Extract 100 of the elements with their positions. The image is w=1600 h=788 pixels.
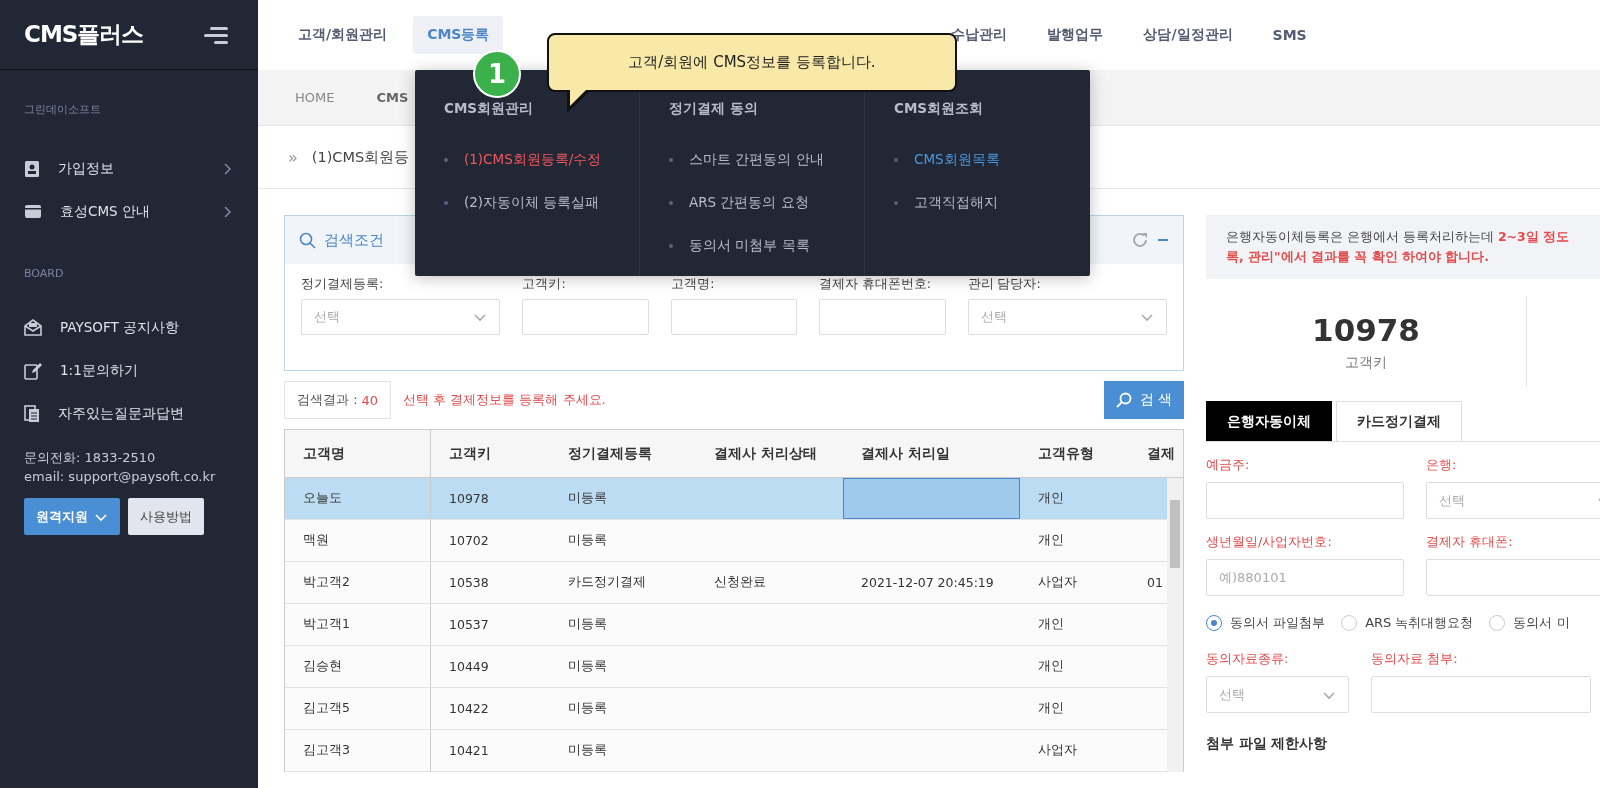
table-row[interactable]: 박고객1 10537 미등록 개인 (285, 604, 1167, 646)
menu-heading: 정기결제 동의 (669, 100, 759, 118)
document-icon (24, 404, 40, 423)
column-header[interactable]: 정기결제등록 (550, 430, 696, 477)
field-label: 예금주: (1206, 456, 1251, 474)
search-icon (299, 231, 316, 249)
table-cell: 맥원 (285, 520, 431, 561)
table-cell-text: 미등록 (567, 699, 608, 717)
tab[interactable]: 카드정기결제 (1336, 401, 1462, 441)
radio-option[interactable]: ARS 녹취대행요청 (1341, 614, 1474, 632)
wallet-icon (24, 204, 42, 219)
table-row[interactable]: 맥원 10702 미등록 개인 (285, 520, 1167, 562)
table-cell-text: 카드정기결제 (567, 573, 647, 591)
company-name: 그린데이소프트 (24, 103, 101, 116)
breadcrumb-item[interactable]: CMS (376, 90, 409, 105)
menu-item[interactable]: (1)CMS회원등록/수정 (444, 138, 639, 181)
table-cell-text: 미등록 (567, 489, 608, 507)
sidebar-item[interactable]: PAYSOFT 공지사항 (60, 318, 234, 337)
menu-item[interactable]: (2)자동이체 등록실패 (444, 181, 639, 224)
input-field[interactable] (818, 299, 946, 335)
nav-tab[interactable]: 발행업무 (1033, 16, 1118, 54)
column-header[interactable]: 결제 (1137, 430, 1183, 477)
table-cell-text: 10421 (448, 742, 490, 760)
menu-item[interactable]: 고객직접해지 (894, 181, 1090, 224)
input-field[interactable] (671, 299, 797, 335)
table-row[interactable]: 김고객3 10421 미등록 사업자 (285, 730, 1167, 772)
field-label: 정기결제등록: (301, 276, 385, 293)
usage-button[interactable]: 사용방법 (128, 498, 204, 535)
notice-text: 록, 관리"에서 결과를 꼭 확인 하여야 합니다. (1226, 248, 1491, 266)
table-cell-text: 개인 (1037, 615, 1065, 633)
edit-icon (24, 361, 42, 380)
table-cell-text: 10702 (448, 532, 490, 550)
table-cell-text: 10538 (448, 574, 490, 592)
table-row[interactable]: 오늘도 10978 미등록 개인 (285, 478, 1167, 520)
stat-label: 고객키 (1345, 354, 1387, 372)
table-cell-text: 01 (1146, 574, 1164, 592)
notice-text: 은행자동이체등록은 은행에서 등록처리하는데 2~3일 정도 (1226, 228, 1571, 246)
table-row[interactable]: 김고객5 10422 미등록 개인 (285, 688, 1167, 730)
menu-item[interactable]: ARS 간편동의 요청 (669, 181, 864, 224)
radio-option[interactable]: 동의서 미 (1489, 614, 1570, 632)
input-field[interactable] (1371, 676, 1591, 713)
nav-tab[interactable]: 상담/일정관리 (1129, 16, 1247, 54)
section-title: 첨부 파일 제한사항 (1206, 735, 1328, 751)
table-cell-text: 10422 (448, 700, 490, 718)
menu-heading: CMS회원관리 (444, 100, 535, 118)
menu-item[interactable]: 동의서 미첨부 목록 (669, 224, 864, 267)
menu-heading: CMS회원조회 (894, 100, 985, 118)
table-cell-text: 미등록 (567, 657, 608, 675)
email-text: email: support@paysoft.co.kr (24, 469, 217, 484)
table-cell-text: 미등록 (567, 615, 608, 633)
field-label: 동의자료종류: (1206, 650, 1290, 668)
table-cell-text: 미등록 (567, 741, 608, 759)
table-cell-text: 개인 (1037, 699, 1065, 717)
table-cell-text: 10537 (448, 616, 490, 634)
table-cell-text: 2021-12-07 20:45:19 (860, 574, 995, 592)
column-header[interactable]: 결제사 처리상태 (696, 430, 843, 477)
focused-cell[interactable] (843, 478, 1020, 519)
input-field[interactable] (522, 299, 650, 335)
menu-icon[interactable] (204, 25, 228, 44)
input-field[interactable] (1206, 482, 1404, 519)
panel-title: 검색조건 (324, 230, 384, 250)
nav-tab[interactable]: 고객/회원관리 (284, 16, 402, 54)
column-header[interactable]: 고객유형 (1020, 430, 1137, 477)
nav-tab[interactable]: 수납관리 (937, 16, 1022, 54)
field-label: 동의자료 첨부: (1371, 650, 1459, 668)
table-cell: 박고객1 (285, 604, 431, 645)
search-icon (1115, 392, 1132, 408)
table-row[interactable]: 김승현 10449 미등록 개인 (285, 646, 1167, 688)
logo: CMS플러스 (24, 20, 144, 49)
field-label: 관리 담당자: (967, 276, 1042, 293)
column-header[interactable]: 고객명 (285, 430, 431, 477)
input-field[interactable] (1426, 559, 1600, 596)
envelope-icon (24, 319, 42, 336)
sidebar-item[interactable]: 1:1문의하기 (60, 361, 234, 380)
nav-tab[interactable]: SMS (1258, 17, 1321, 53)
table-cell-text: 개인 (1037, 657, 1065, 675)
double-chevron-icon: » (288, 147, 298, 167)
table-cell-text: 사업자 (1037, 741, 1078, 759)
sidebar-item[interactable]: 가입정보 (58, 159, 202, 178)
scrollbar[interactable] (1167, 478, 1183, 772)
table-cell-text: 10449 (448, 658, 490, 676)
sidebar-item[interactable]: 효성CMS 안내 (60, 202, 202, 221)
column-header[interactable]: 결제사 처리일 (843, 430, 1020, 477)
field-label: 결제자 휴대폰번호: (818, 276, 932, 293)
refresh-icon[interactable] (1131, 231, 1149, 249)
field-label: 생년월일/사업자번호: (1206, 533, 1333, 551)
field-label: 결제자 휴대폰: (1426, 533, 1514, 551)
column-header[interactable]: 고객키 (431, 430, 550, 477)
sidebar-item[interactable]: 자주있는질문과답변 (58, 404, 234, 423)
id-card-icon (24, 159, 40, 178)
page-title: (1)CMS회원등 (311, 147, 410, 167)
tab[interactable]: 은행자동이체 (1206, 401, 1332, 441)
hint-message: 선택 후 결제정보를 등록해 주세요. (403, 391, 607, 409)
table-row[interactable]: 박고객2 10538 카드정기결제 신청완료 2021-12-07 20:45:19 사업자 01 (285, 562, 1167, 604)
table-cell: 박고객2 (285, 562, 431, 603)
field-label: 고객명: (671, 276, 716, 293)
menu-item[interactable]: 스마트 간편동의 안내 (669, 138, 864, 181)
table-cell-text: 미등록 (567, 531, 608, 549)
radio-option[interactable]: 동의서 파일첨부 (1206, 614, 1326, 632)
menu-item[interactable]: CMS회원목록 (894, 138, 1090, 181)
